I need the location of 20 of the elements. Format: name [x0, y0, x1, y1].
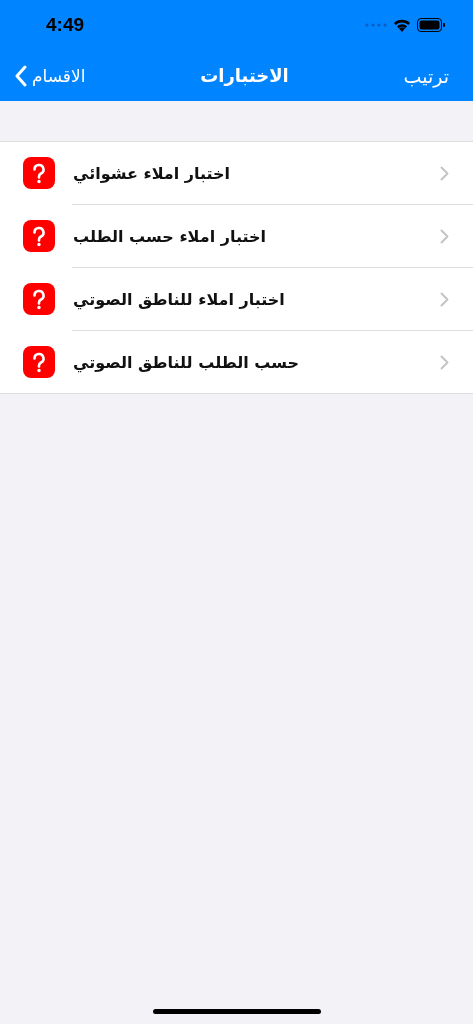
question-icon	[23, 346, 55, 378]
chevron-right-icon	[440, 354, 449, 370]
nav-title: الاختبارات	[200, 65, 289, 86]
chevron-right-icon	[440, 291, 449, 307]
question-icon	[23, 157, 55, 189]
question-icon	[23, 220, 55, 252]
list-item[interactable]: حسب الطلب للناطق الصوتي	[73, 352, 440, 372]
chevron-left-icon	[14, 64, 28, 87]
battery-icon	[417, 18, 445, 32]
chevron-right-icon	[440, 165, 449, 181]
question-icon	[23, 283, 55, 315]
back-button[interactable]: الاقسام	[14, 64, 86, 87]
wifi-icon	[393, 18, 411, 32]
signal-icon	[365, 23, 387, 27]
sort-button[interactable]: ترتيب	[403, 64, 449, 87]
chevron-right-icon	[440, 228, 449, 244]
list-item[interactable]: اختبار املاء للناطق الصوتي	[73, 289, 440, 309]
list-item[interactable]: اختبار املاء حسب الطلب	[73, 226, 440, 246]
status-time: 4:49	[46, 14, 85, 36]
list-item[interactable]: اختبار املاء عشوائي	[73, 163, 440, 183]
